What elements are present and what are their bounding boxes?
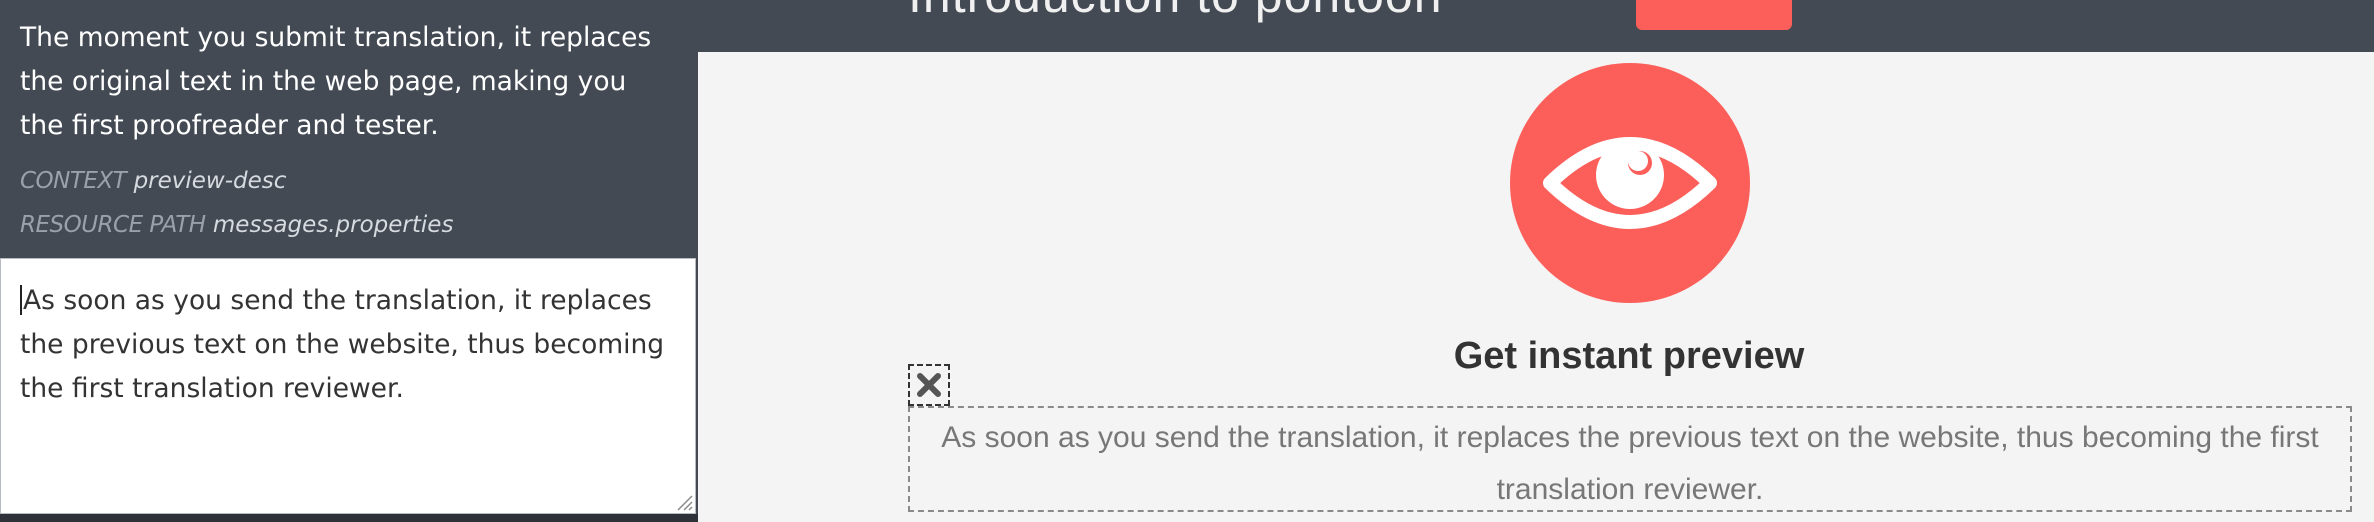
sidebar-footer <box>0 514 698 522</box>
feature-heading: Get instant preview <box>1453 335 1805 377</box>
eye-icon <box>1543 137 1717 229</box>
resource-path-label: RESOURCE PATH <box>20 212 206 238</box>
resize-handle-icon[interactable] <box>675 493 693 511</box>
context-row: CONTEXT preview-desc <box>20 168 286 194</box>
close-button[interactable] <box>908 364 950 406</box>
header-button[interactable] <box>1636 0 1792 30</box>
translation-editor-content[interactable]: As soon as you send the translation, it … <box>20 279 670 411</box>
editable-preview-text[interactable]: As soon as you send the translation, it … <box>908 406 2352 512</box>
context-value: preview-desc <box>133 168 287 194</box>
context-label: CONTEXT <box>20 168 127 194</box>
resource-path-row: RESOURCE PATH messages.properties <box>20 212 453 238</box>
translation-sidebar: The moment you submit translation, it re… <box>0 0 698 522</box>
text-caret <box>20 285 22 315</box>
translation-textarea[interactable]: As soon as you send the translation, it … <box>0 258 696 514</box>
close-icon <box>917 373 941 397</box>
preview-feature-badge <box>1510 63 1750 303</box>
original-string: The moment you submit translation, it re… <box>20 22 652 141</box>
header-title: Introduction to pontoon <box>908 0 1443 24</box>
resource-path-value: messages.properties <box>212 212 454 238</box>
translation-text: As soon as you send the translation, it … <box>20 285 665 404</box>
